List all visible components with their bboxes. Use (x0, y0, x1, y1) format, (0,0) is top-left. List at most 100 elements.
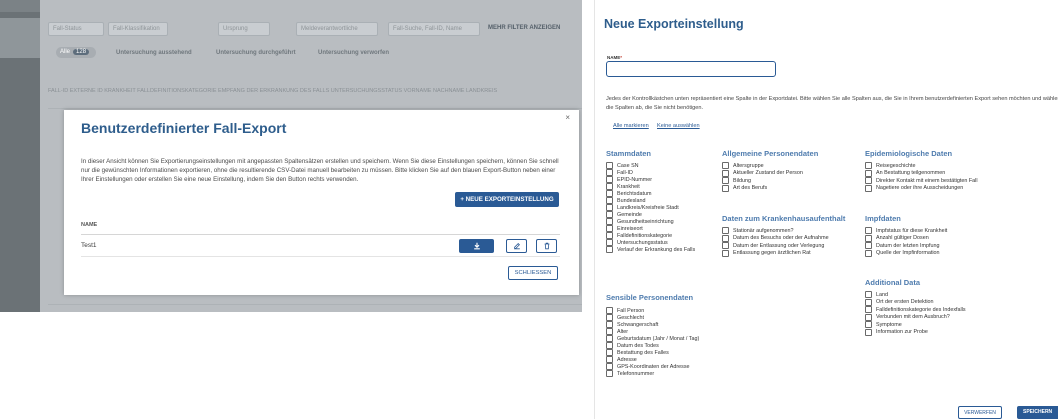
checkbox-sensible-0[interactable]: Fall Person (606, 307, 644, 314)
checkbox-box[interactable] (606, 232, 613, 239)
checkbox-box[interactable] (606, 370, 613, 377)
checkbox-box[interactable] (865, 321, 872, 328)
checkbox-box[interactable] (606, 162, 613, 169)
filter-classification[interactable]: Fall-Klassifikation (108, 22, 168, 36)
checkbox-box[interactable] (606, 176, 613, 183)
checkbox-allgemeine-1[interactable]: Aktueller Zustand der Person (722, 169, 803, 177)
checkbox-box[interactable] (606, 204, 613, 211)
checkbox-box[interactable] (865, 162, 872, 169)
checkbox-box[interactable] (606, 183, 613, 190)
checkbox-allgemeine-2[interactable]: Bildung (722, 177, 751, 184)
checkbox-box[interactable] (865, 177, 872, 184)
delete-button[interactable] (536, 239, 557, 253)
checkbox-sensible-2[interactable]: Schwangerschaft (606, 321, 658, 328)
checkbox-epidemiologische-2[interactable]: Direkter Kontakt mit einem bestätigten F… (865, 177, 978, 184)
checkbox-stammdaten-1[interactable]: Fall-ID (606, 169, 633, 176)
checkbox-sensible-1[interactable]: Geschlecht (606, 314, 644, 321)
discard-button[interactable]: VERWERFEN (958, 406, 1002, 419)
checkbox-stammdaten-5[interactable]: Bundesland (606, 197, 645, 204)
checkbox-impfdaten-1[interactable]: Anzahl gültiger Dosen (865, 234, 929, 242)
tab-pending[interactable]: Untersuchung ausstehend (116, 50, 192, 56)
close-icon[interactable]: × (565, 113, 570, 122)
name-input[interactable] (606, 61, 776, 77)
checkbox-epidemiologische-1[interactable]: An Bestattung teilgenommen (865, 169, 945, 177)
checkbox-additional-5[interactable]: Information zur Probe (865, 328, 928, 336)
filter-origin[interactable]: Ursprung (218, 22, 270, 36)
checkbox-box[interactable] (606, 239, 613, 246)
checkbox-box[interactable] (606, 328, 613, 335)
checkbox-impfdaten-2[interactable]: Datum der letzten Impfung (865, 242, 940, 249)
checkbox-box[interactable] (722, 184, 729, 192)
checkbox-stammdaten-3[interactable]: Krankheit (606, 183, 640, 190)
checkbox-stammdaten-4[interactable]: Berichtsdatum (606, 190, 651, 197)
checkbox-box[interactable] (722, 162, 729, 169)
checkbox-box[interactable] (606, 335, 613, 342)
case-table-row[interactable] (48, 296, 582, 305)
checkbox-stammdaten-0[interactable]: Case SN (606, 162, 639, 169)
checkbox-stammdaten-9[interactable]: Einreiseort (606, 225, 643, 232)
more-filters-link[interactable]: MEHR FILTER ANZEIGEN (488, 25, 560, 31)
checkbox-box[interactable] (865, 234, 872, 242)
checkbox-box[interactable] (606, 169, 613, 176)
save-button[interactable]: SPEICHERN (1017, 406, 1058, 419)
filter-reporter[interactable]: Meldeverantwortliche (296, 22, 378, 36)
checkbox-box[interactable] (722, 234, 729, 242)
checkbox-box[interactable] (606, 307, 613, 314)
checkbox-box[interactable] (865, 227, 872, 234)
checkbox-box[interactable] (606, 321, 613, 328)
checkbox-box[interactable] (865, 306, 872, 313)
checkbox-box[interactable] (606, 314, 613, 321)
checkbox-box[interactable] (865, 169, 872, 177)
checkbox-stammdaten-6[interactable]: Landkreis/Kreisfreie Stadt (606, 204, 679, 211)
checkbox-box[interactable] (865, 313, 872, 321)
checkbox-box[interactable] (606, 211, 613, 218)
tab-done[interactable]: Untersuchung durchgeführt (216, 50, 296, 56)
checkbox-box[interactable] (606, 218, 613, 225)
checkbox-box[interactable] (606, 356, 613, 363)
checkbox-box[interactable] (865, 328, 872, 336)
close-modal-button[interactable]: SCHLIESSEN (508, 266, 558, 280)
checkbox-additional-3[interactable]: Verbunden mit dem Ausbruch? (865, 313, 950, 321)
checkbox-sensible-8[interactable]: GPS-Koordinaten der Adresse (606, 363, 690, 370)
checkbox-stammdaten-11[interactable]: Untersuchungsstatus (606, 239, 668, 246)
checkbox-epidemiologische-0[interactable]: Reisegeschichte (865, 162, 916, 169)
checkbox-allgemeine-0[interactable]: Altersgruppe (722, 162, 764, 169)
edit-button[interactable] (506, 239, 527, 253)
checkbox-box[interactable] (606, 363, 613, 370)
checkbox-stammdaten-8[interactable]: Gesundheitseinrichtung (606, 218, 674, 225)
export-button[interactable] (459, 239, 494, 253)
checkbox-box[interactable] (722, 169, 729, 177)
checkbox-stammdaten-10[interactable]: Falldefinitionskategorie (606, 232, 672, 239)
checkbox-sensible-9[interactable]: Telefonnummer (606, 370, 654, 377)
checkbox-sensible-4[interactable]: Geburtsdatum (Jahr / Monat / Tag) (606, 335, 699, 342)
checkbox-box[interactable] (865, 184, 872, 192)
checkbox-box[interactable] (722, 227, 729, 234)
checkbox-box[interactable] (865, 242, 872, 249)
checkbox-impfdaten-3[interactable]: Quelle der Impfinformation (865, 249, 940, 257)
checkbox-box[interactable] (606, 342, 613, 349)
checkbox-krankenhaus-1[interactable]: Datum des Besuchs oder der Aufnahme (722, 234, 829, 242)
checkbox-stammdaten-12[interactable]: Verlauf der Erkrankung des Falls (606, 246, 695, 253)
checkbox-box[interactable] (722, 177, 729, 184)
new-export-config-button[interactable]: + NEUE EXPORTEINSTELLUNG (455, 192, 559, 207)
tab-discarded[interactable]: Untersuchung verworfen (318, 50, 389, 56)
checkbox-box[interactable] (865, 249, 872, 257)
checkbox-sensible-3[interactable]: Alter (606, 328, 628, 335)
checkbox-sensible-7[interactable]: Adresse (606, 356, 637, 363)
checkbox-additional-1[interactable]: Ort der ersten Detektion (865, 298, 934, 306)
sidebar-active-item[interactable] (0, 18, 40, 58)
checkbox-impfdaten-0[interactable]: Impfstatus für diese Krankheit (865, 227, 947, 234)
checkbox-box[interactable] (865, 291, 872, 298)
checkbox-box[interactable] (722, 249, 729, 257)
case-table-row[interactable] (48, 100, 582, 109)
checkbox-krankenhaus-0[interactable]: Stationär aufgenommen? (722, 227, 794, 234)
checkbox-box[interactable] (606, 246, 613, 253)
filter-search[interactable]: Fall-Suche, Fall-ID, Name (388, 22, 480, 36)
checkbox-sensible-5[interactable]: Datum des Todes (606, 342, 659, 349)
checkbox-box[interactable] (606, 197, 613, 204)
filter-case-status[interactable]: Fall-Status (48, 22, 104, 36)
select-all-link[interactable]: Alle markieren (613, 123, 649, 129)
checkbox-box[interactable] (606, 349, 613, 356)
checkbox-box[interactable] (865, 298, 872, 306)
checkbox-sensible-6[interactable]: Bestattung des Falles (606, 349, 669, 356)
